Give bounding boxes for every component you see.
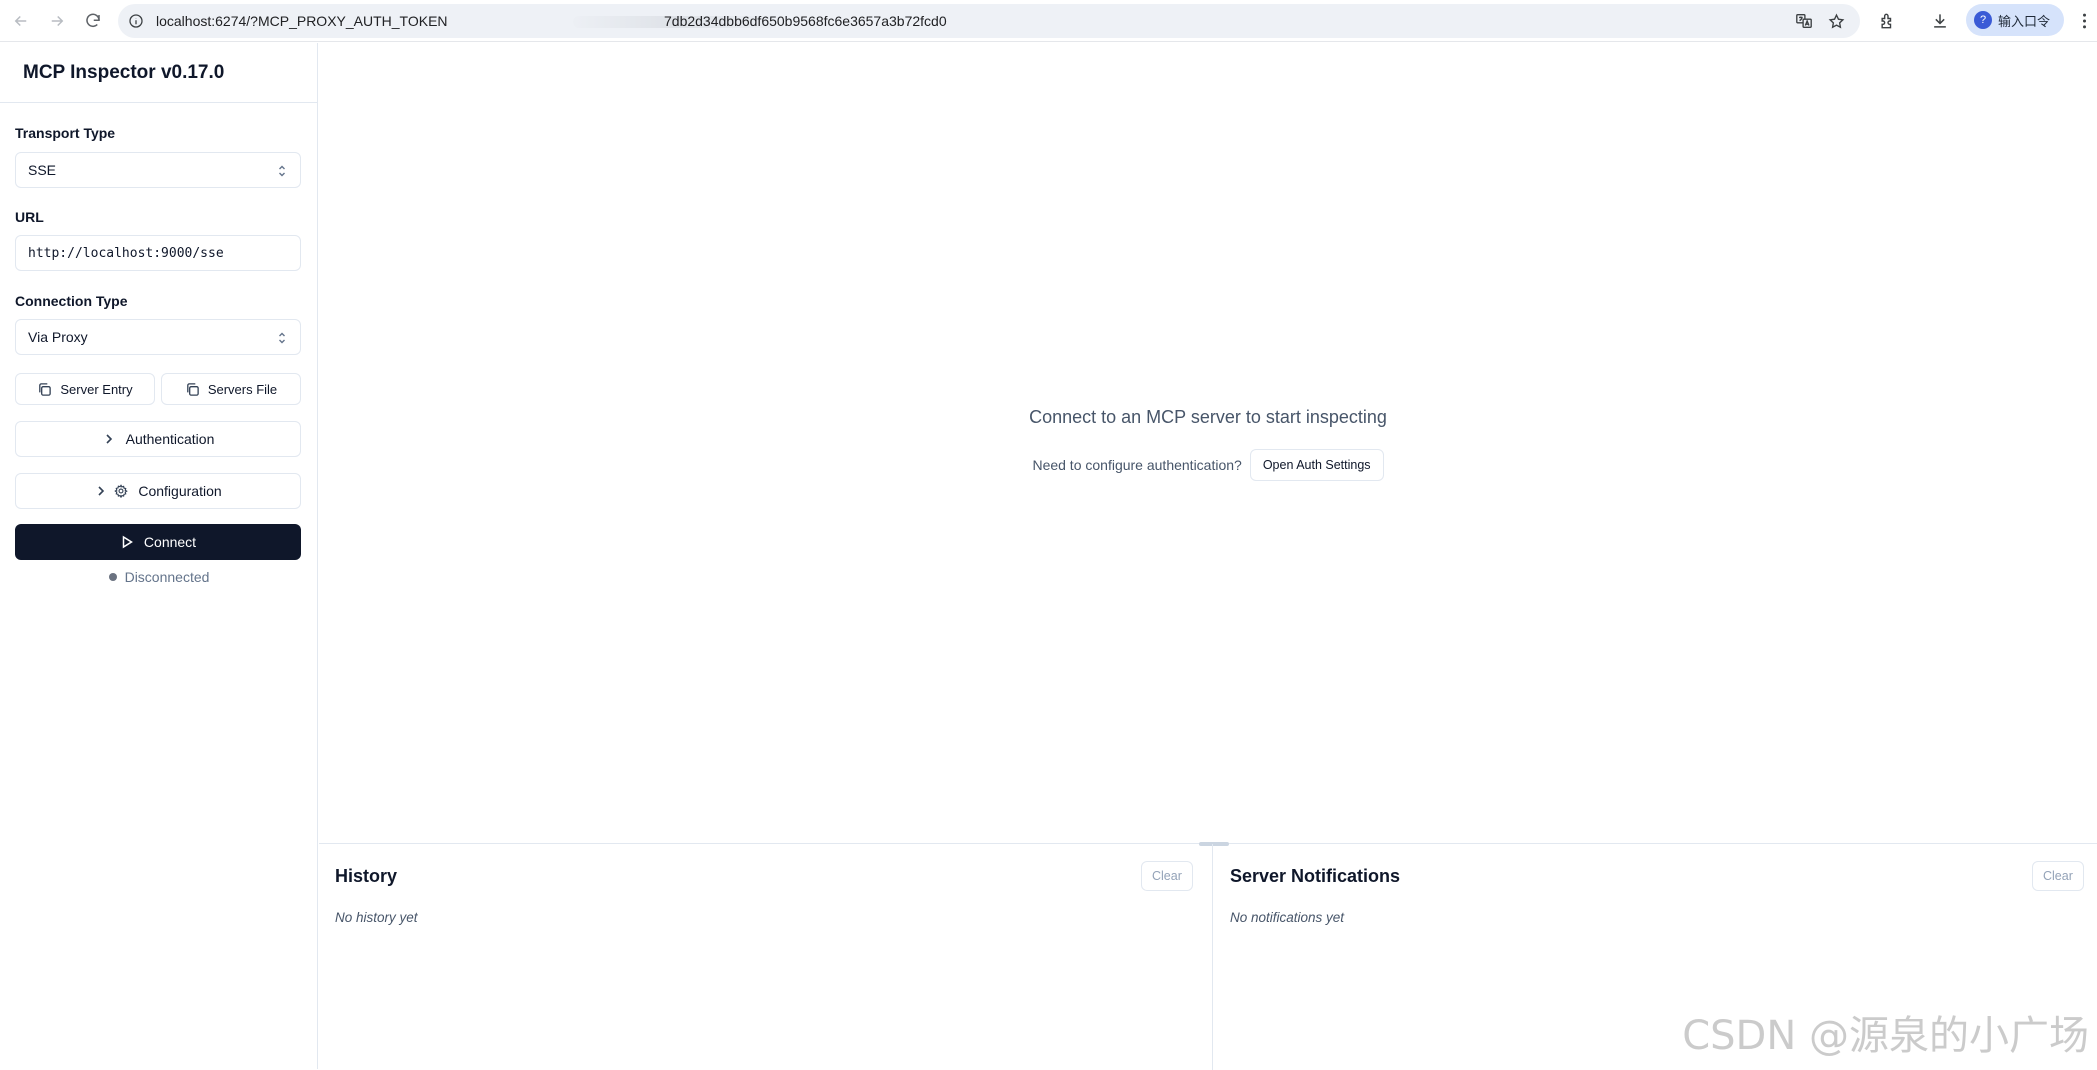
chevron-up-down-icon (276, 163, 288, 179)
watermark: CSDN @源泉的小广场 (1682, 1003, 2089, 1061)
app-title: MCP Inspector v0.17.0 (23, 62, 224, 84)
url-input-value: http://localhost:9000/sse (28, 246, 224, 261)
chevron-right-icon (102, 432, 116, 446)
auth-prompt: Need to configure authentication? Open A… (319, 449, 2097, 481)
authentication-label: Authentication (126, 431, 215, 447)
empty-state-title: Connect to an MCP server to start inspec… (319, 407, 2097, 428)
status-dot-icon (109, 573, 117, 581)
browser-menu-icon[interactable] (2074, 9, 2094, 33)
connection-type-select[interactable]: Via Proxy (15, 319, 301, 355)
translate-icon[interactable] (1794, 11, 1814, 31)
authentication-toggle[interactable]: Authentication (15, 421, 301, 457)
play-icon (120, 535, 134, 549)
extensions-icon[interactable] (1876, 9, 1900, 33)
configuration-toggle[interactable]: Configuration (15, 473, 301, 509)
configuration-label: Configuration (138, 483, 221, 499)
notifications-clear-button[interactable]: Clear (2032, 861, 2084, 891)
reload-icon[interactable] (78, 6, 108, 36)
transport-type-select[interactable]: SSE (15, 152, 301, 188)
connection-type-value: Via Proxy (28, 329, 88, 345)
connect-label: Connect (144, 534, 196, 550)
url-input[interactable]: http://localhost:9000/sse (15, 235, 301, 271)
forward-arrow-icon[interactable] (42, 6, 72, 36)
connection-status: Disconnected (0, 569, 318, 585)
url-text-token: 7db2d34dbb6df650b9568fc6e3657a3b72fcd0 (664, 13, 947, 29)
browser-toolbar: localhost:6274/?MCP_PROXY_AUTH_TOKEN 7db… (0, 0, 2097, 42)
url-label: URL (15, 209, 44, 225)
sidebar: MCP Inspector v0.17.0 Transport Type SSE… (0, 43, 318, 1069)
connection-type-label: Connection Type (15, 293, 128, 309)
profile-button[interactable]: ? 输入口令 (1966, 4, 2064, 36)
server-entry-label: Server Entry (60, 382, 132, 397)
bookmark-star-icon[interactable] (1826, 11, 1846, 31)
history-empty-text: No history yet (335, 910, 418, 925)
gear-icon (114, 484, 128, 498)
chevron-up-down-icon (276, 330, 288, 346)
transport-type-value: SSE (28, 162, 56, 178)
auth-hint-text: Need to configure authentication? (1032, 457, 1241, 473)
open-auth-settings-button[interactable]: Open Auth Settings (1250, 449, 1384, 481)
servers-file-label: Servers File (208, 382, 277, 397)
url-text: localhost:6274/?MCP_PROXY_AUTH_TOKEN (156, 13, 448, 29)
notifications-empty-text: No notifications yet (1230, 910, 1344, 925)
download-icon[interactable] (1928, 9, 1952, 33)
server-entry-button[interactable]: Server Entry (15, 373, 155, 405)
history-clear-button[interactable]: Clear (1141, 861, 1193, 891)
servers-file-button[interactable]: Servers File (161, 373, 301, 405)
connect-button[interactable]: Connect (15, 524, 301, 560)
sidebar-header: MCP Inspector v0.17.0 (0, 43, 317, 103)
main-content: Connect to an MCP server to start inspec… (319, 43, 2097, 843)
notifications-title: Server Notifications (1230, 866, 1400, 887)
copy-icon (37, 382, 52, 397)
history-title: History (335, 866, 397, 887)
copy-icon (185, 382, 200, 397)
profile-avatar-icon: ? (1974, 11, 1992, 29)
site-info-icon[interactable] (126, 11, 146, 31)
address-bar[interactable]: localhost:6274/?MCP_PROXY_AUTH_TOKEN 7db… (118, 4, 1860, 38)
status-text: Disconnected (125, 569, 210, 585)
chevron-right-icon (94, 484, 108, 498)
transport-type-label: Transport Type (15, 125, 115, 141)
back-arrow-icon[interactable] (6, 6, 36, 36)
history-panel: History Clear No history yet (319, 844, 1213, 1070)
profile-label: 输入口令 (1998, 11, 2050, 30)
